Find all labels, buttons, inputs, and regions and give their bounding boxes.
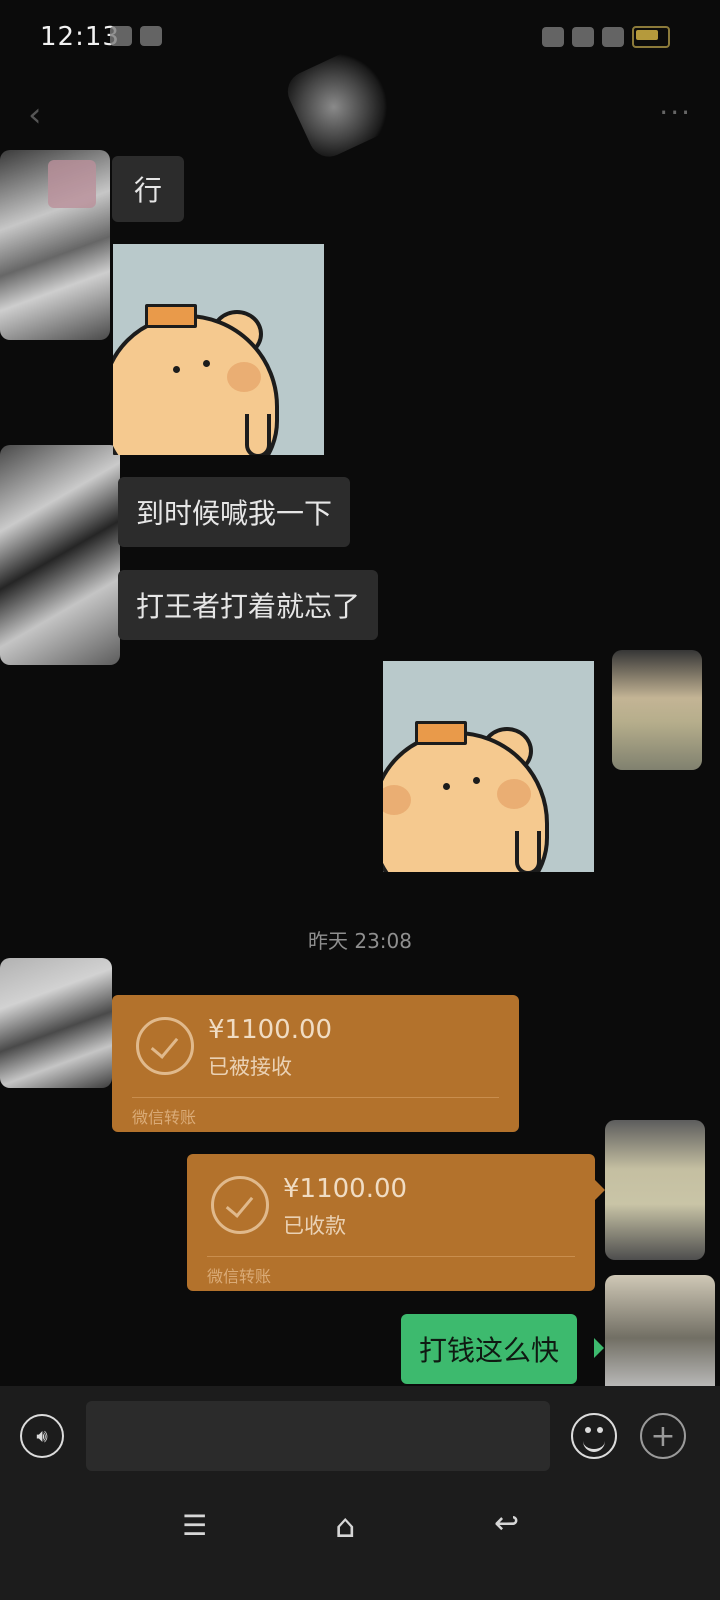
signal-icon: [602, 27, 624, 47]
more-button[interactable]: ···: [659, 96, 692, 129]
bear-arm: [515, 831, 541, 872]
bear-crown-sticker[interactable]: [383, 661, 594, 872]
mute-icon: [572, 27, 594, 47]
message-bubble-outgoing[interactable]: 打钱这么快: [401, 1314, 578, 1384]
message-bubble[interactable]: 行: [112, 156, 184, 222]
transfer-footer: 微信转账: [207, 1267, 272, 1286]
battery-icon: [632, 26, 670, 48]
bear-eye: [443, 783, 450, 790]
bear-eye: [473, 777, 480, 784]
status-system-icons: [542, 26, 670, 48]
chat-timestamp: 昨天 23:08: [308, 929, 412, 953]
plus-icon[interactable]: +: [640, 1413, 686, 1459]
transfer-footer: 微信转账: [132, 1108, 197, 1127]
message-text: 打王者打着就忘了: [136, 590, 361, 623]
transfer-card[interactable]: ¥1100.00 已收款 微信转账: [187, 1154, 595, 1291]
smile-shape: [583, 1437, 605, 1452]
message-input[interactable]: [86, 1401, 550, 1471]
message-text: 打钱这么快: [419, 1334, 560, 1367]
contact-avatar[interactable]: [0, 445, 120, 665]
divider: [207, 1256, 575, 1257]
divider: [132, 1097, 499, 1098]
transfer-status: 已收款: [283, 1214, 346, 1238]
bubble-tail: [594, 1338, 604, 1358]
transfer-status: 已被接收: [208, 1055, 292, 1079]
contact-avatar[interactable]: [0, 150, 110, 340]
message-text: 到时候喊我一下: [136, 497, 333, 530]
transfer-amount: ¥1100.00: [208, 1015, 333, 1045]
my-avatar[interactable]: [605, 1120, 705, 1260]
message-bubble[interactable]: 到时候喊我一下: [118, 477, 351, 547]
alarm-icon: [542, 27, 564, 47]
notification-icon: [110, 26, 132, 46]
bear-arm: [245, 414, 271, 455]
bear-crown-sticker[interactable]: [113, 244, 324, 455]
transfer-amount: ¥1100.00: [283, 1174, 408, 1204]
message-bubble[interactable]: 打王者打着就忘了: [118, 570, 379, 640]
bear-cheek: [227, 362, 261, 392]
status-time: 12:13: [40, 22, 120, 52]
bear-eye: [203, 360, 210, 367]
status-notification-icons: [110, 26, 162, 46]
back-button[interactable]: ‹: [28, 95, 42, 135]
crown-icon: [415, 721, 467, 745]
transfer-card[interactable]: ¥1100.00 已被接收 微信转账: [112, 995, 519, 1132]
check-circle-icon: [136, 1017, 194, 1075]
bear-cheek: [497, 779, 531, 809]
notification-icon: [140, 26, 162, 46]
contact-avatar[interactable]: [0, 958, 112, 1088]
emoji-icon[interactable]: [571, 1413, 617, 1459]
message-text: 行: [133, 174, 162, 207]
bubble-tail: [595, 1180, 605, 1200]
voice-icon[interactable]: 🔊︎: [20, 1414, 64, 1458]
back-icon[interactable]: ↩: [494, 1506, 530, 1546]
crown-icon: [145, 304, 197, 328]
home-icon[interactable]: ⌂: [335, 1507, 375, 1547]
my-avatar[interactable]: [612, 650, 702, 770]
bear-eye: [173, 366, 180, 373]
check-circle-icon: [211, 1176, 269, 1234]
menu-icon[interactable]: ☰: [182, 1512, 212, 1540]
